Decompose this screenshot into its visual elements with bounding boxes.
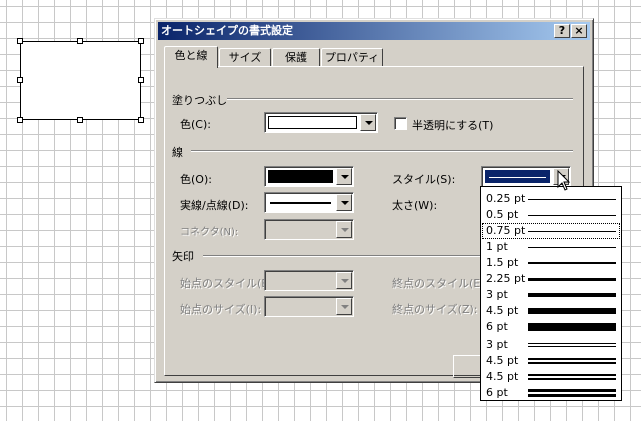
line-style-option[interactable]: 0.25 pt xyxy=(482,191,620,207)
end-style-label: 終点のスタイル(E): xyxy=(392,277,489,290)
line-style-option[interactable]: 0.75 pt xyxy=(482,223,620,239)
resize-handle-se[interactable] xyxy=(138,117,144,123)
resize-handle-s[interactable] xyxy=(77,117,83,123)
begin-style-label: 始点のスタイル(B): xyxy=(180,277,277,290)
fill-color-swatch xyxy=(268,116,357,129)
chevron-down-icon[interactable] xyxy=(336,168,352,185)
line-style-sample xyxy=(528,394,616,397)
line-style-option-label: 1 pt xyxy=(486,240,508,253)
line-style-option-label: 2.25 pt xyxy=(486,272,526,285)
fill-section-divider xyxy=(227,98,573,100)
tab-protection[interactable]: 保護 xyxy=(272,48,320,67)
dialog-titlebar[interactable]: オートシェイプの書式設定 ? × xyxy=(158,22,590,40)
tab-colors-and-lines[interactable]: 色と線 xyxy=(164,46,218,68)
resize-handle-nw[interactable] xyxy=(17,38,23,44)
line-style-selected-value xyxy=(485,170,550,183)
tab-properties[interactable]: プロパティ xyxy=(321,48,383,67)
resize-handle-e[interactable] xyxy=(138,77,144,83)
dialog-title: オートシェイプの書式設定 xyxy=(161,24,293,37)
fill-color-dropdown[interactable] xyxy=(264,112,378,133)
line-style-sample xyxy=(528,262,616,264)
mouse-cursor-icon xyxy=(557,170,571,191)
line-style-option[interactable]: 0.5 pt xyxy=(482,207,620,223)
line-style-sample xyxy=(528,346,616,347)
line-style-option[interactable]: 6 pt xyxy=(482,385,620,401)
end-size-label: 終点のサイズ(Z): xyxy=(392,303,478,316)
line-style-option-label: 3 pt xyxy=(486,338,508,351)
line-style-option-label: 0.75 pt xyxy=(486,224,526,237)
resize-handle-sw[interactable] xyxy=(17,117,23,123)
line-style-option-label: 3 pt xyxy=(486,288,508,301)
dash-type-preview xyxy=(268,196,333,209)
line-style-option-label: 1.5 pt xyxy=(486,256,519,269)
selected-rectangle-shape[interactable] xyxy=(20,41,141,120)
line-style-dropdown-list[interactable]: 0.25 pt 0.5 pt 0.75 pt 1 pt 1.5 pt 2.25 pt 3 p… xyxy=(480,186,622,401)
line-section-title: 線 xyxy=(172,146,183,159)
line-style-option-label: 4.5 pt xyxy=(486,354,519,367)
close-button[interactable]: × xyxy=(571,24,587,38)
connector-label: コネクタ(N): xyxy=(180,227,239,238)
begin-size-label: 始点のサイズ(I): xyxy=(180,303,262,316)
fill-section-title: 塗りつぶし xyxy=(172,94,228,107)
begin-style-dropdown xyxy=(264,270,354,291)
line-style-option[interactable]: 2.25 pt xyxy=(482,271,620,287)
line-style-sample xyxy=(528,323,616,331)
line-color-swatch xyxy=(268,170,333,183)
ok-button[interactable] xyxy=(453,355,483,378)
tab-size[interactable]: サイズ xyxy=(219,48,271,67)
begin-size-dropdown xyxy=(264,296,354,317)
line-style-option-label: 0.25 pt xyxy=(486,192,526,205)
line-style-sample xyxy=(528,231,616,232)
chevron-down-icon xyxy=(336,272,352,289)
line-style-sample xyxy=(528,389,616,392)
line-style-sample xyxy=(528,293,616,297)
line-style-sample xyxy=(528,374,616,376)
line-style-sample xyxy=(528,358,616,360)
line-style-sample xyxy=(528,378,616,380)
chevron-down-icon xyxy=(336,298,352,315)
line-style-sample xyxy=(528,247,616,248)
line-section-divider xyxy=(191,150,573,152)
resize-handle-w[interactable] xyxy=(17,77,23,83)
line-style-option-label: 4.5 pt xyxy=(486,304,519,317)
line-style-option[interactable]: 4.5 pt xyxy=(482,353,620,369)
fill-color-label: 色(C): xyxy=(180,118,211,131)
line-style-sample xyxy=(528,215,616,216)
chevron-down-icon[interactable] xyxy=(360,114,376,131)
line-style-option-label: 6 pt xyxy=(486,320,508,333)
chevron-down-icon[interactable] xyxy=(336,194,352,211)
line-style-preview xyxy=(489,177,546,178)
line-style-sample xyxy=(528,278,616,281)
transparent-checkbox[interactable] xyxy=(394,117,407,130)
line-style-sample xyxy=(528,343,616,344)
line-weight-label: 太さ(W): xyxy=(392,199,438,212)
line-style-option[interactable]: 4.5 pt xyxy=(482,369,620,385)
help-button[interactable]: ? xyxy=(554,24,570,38)
line-style-option-label: 4.5 pt xyxy=(486,370,519,383)
line-style-sample xyxy=(528,362,616,364)
transparent-label: 半透明にする(T) xyxy=(412,119,494,132)
line-style-label: スタイル(S): xyxy=(392,173,456,186)
chevron-down-icon xyxy=(336,221,352,238)
resize-handle-ne[interactable] xyxy=(138,38,144,44)
dash-type-label: 実線/点線(D): xyxy=(180,199,249,212)
connector-dropdown xyxy=(264,219,354,240)
dash-type-dropdown[interactable] xyxy=(264,192,354,213)
line-style-sample xyxy=(528,308,616,314)
line-style-option-label: 0.5 pt xyxy=(486,208,519,221)
resize-handle-n[interactable] xyxy=(77,38,83,44)
line-style-option[interactable]: 1 pt xyxy=(482,239,620,255)
line-color-label: 色(O): xyxy=(180,173,212,186)
arrows-section-title: 矢印 xyxy=(172,250,194,263)
line-style-option[interactable]: 6 pt xyxy=(482,319,620,335)
line-style-option-label: 6 pt xyxy=(486,386,508,399)
line-style-option[interactable]: 3 pt xyxy=(482,337,620,353)
line-style-sample xyxy=(528,199,616,200)
line-color-dropdown[interactable] xyxy=(264,166,354,187)
line-style-option[interactable]: 1.5 pt xyxy=(482,255,620,271)
line-style-option[interactable]: 4.5 pt xyxy=(482,303,620,319)
line-style-option[interactable]: 3 pt xyxy=(482,287,620,303)
